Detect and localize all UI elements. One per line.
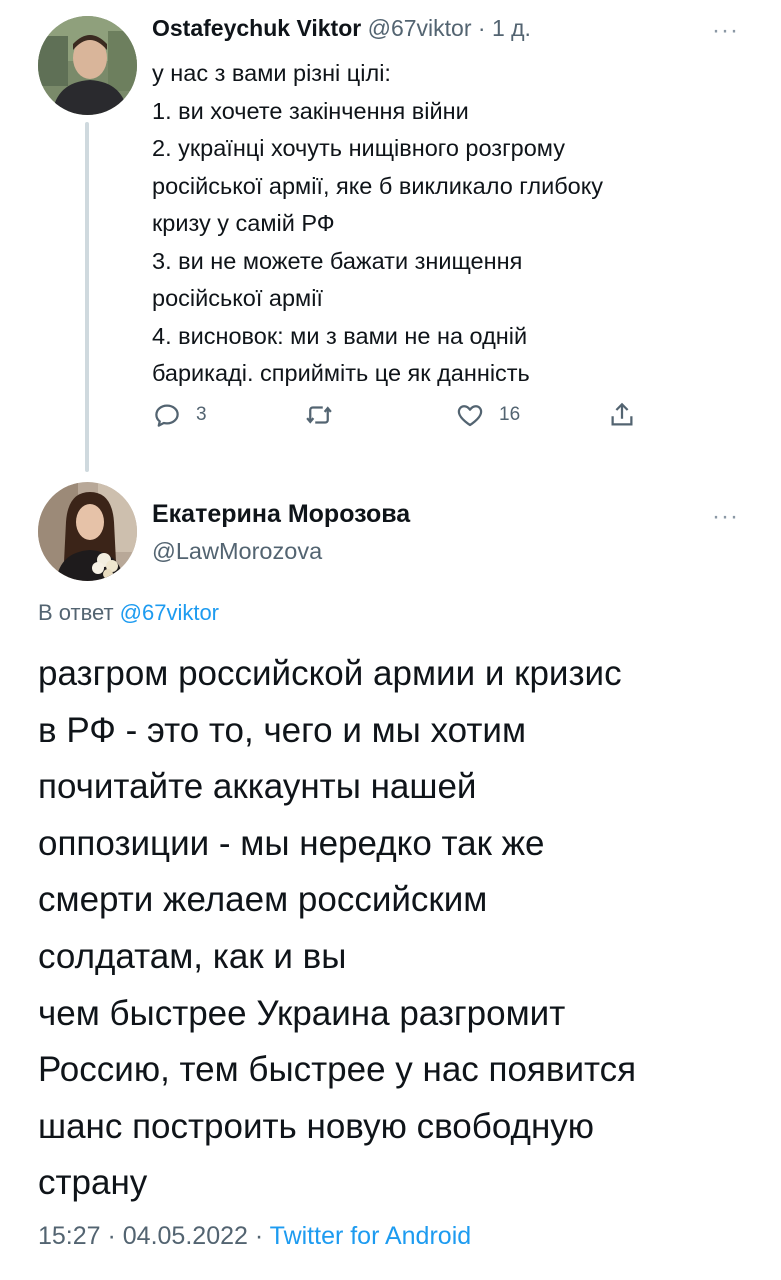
tweet-header: Ostafeychuk Viktor @67viktor · 1 д. [152, 15, 531, 42]
share-button[interactable] [607, 400, 637, 430]
tweet-line: кризу у самій РФ [152, 210, 335, 236]
tweet-line: російської армії, яке б викликало глибок… [152, 172, 604, 199]
avatar[interactable] [38, 16, 137, 115]
share-icon [611, 402, 633, 426]
tweet-line: страну [38, 1163, 148, 1203]
tweet-line: 1. ви хочете закінчення війни [152, 97, 469, 124]
tweet-source[interactable]: Twitter for Android [270, 1222, 471, 1250]
avatar[interactable] [38, 482, 137, 581]
tweet-line: солдатам, как и вы [38, 936, 347, 976]
retweet-icon [306, 406, 332, 424]
user-handle[interactable]: @LawMorozova [152, 538, 322, 565]
reply-prefix: В ответ [38, 600, 114, 625]
reply-count: 3 [196, 404, 207, 425]
tweet-line: в РФ - это то, чего и мы хотим [38, 710, 527, 750]
display-name[interactable]: Екатерина Морозова [152, 500, 410, 529]
reply-to-link[interactable]: @67viktor [120, 600, 219, 625]
retweet-button[interactable] [304, 400, 334, 430]
reply-icon [155, 404, 179, 427]
tweet-line: оппозиции - мы нередко так же [38, 823, 545, 863]
more-options-icon[interactable]: ··· [712, 505, 739, 529]
tweet-line: Россию, тем быстрее у нас появится [38, 1050, 637, 1090]
like-button[interactable]: 16 [455, 400, 520, 430]
tweet-line: почитайте аккаунты нашей [38, 767, 477, 807]
tweet-line: шанс построить новую свободную [38, 1106, 595, 1146]
replying-to: В ответ @67viktor [38, 600, 219, 626]
display-name[interactable]: Ostafeychuk Viktor [152, 15, 361, 41]
tweet-line: 2. українці хочуть нищівного розгрому [152, 135, 565, 161]
tweet-line: барикаді. сприйміть це як данність [152, 360, 530, 386]
reply-button[interactable]: 3 [152, 400, 207, 430]
tweet-timestamp[interactable]: 15:27 · 04.05.2022 · [38, 1222, 270, 1250]
tweet-line: чем быстрее Украина разгромит [38, 993, 566, 1033]
dot-separator: · [477, 15, 486, 41]
tweet-line: разгром российской армии и кризис [38, 654, 622, 693]
thread-connector [85, 122, 89, 472]
tweet-time[interactable]: 1 д. [492, 15, 531, 41]
tweet-text: у нас з вами різні цілі: 1. ви хочете за… [152, 55, 752, 393]
more-options-icon[interactable]: ··· [712, 19, 739, 43]
tweet-text: разгром российской армии и кризис в РФ -… [38, 646, 758, 1212]
tweet-line: 4. висновок: ми з вами не на одній [152, 322, 528, 349]
like-count: 16 [499, 404, 521, 425]
tweet-line: російської армії [152, 285, 323, 311]
tweet-line: у нас з вами різні цілі: [152, 60, 391, 86]
tweet-actions: 3 16 [152, 400, 652, 440]
tweet-line: смерти желаем российским [38, 880, 488, 920]
tweet-meta: 15:27 · 04.05.2022 · Twitter for Android [38, 1222, 471, 1251]
tweet-line: 3. ви не можете бажати знищення [152, 247, 523, 274]
user-handle[interactable]: @67viktor [368, 15, 472, 41]
heart-icon [457, 405, 483, 427]
